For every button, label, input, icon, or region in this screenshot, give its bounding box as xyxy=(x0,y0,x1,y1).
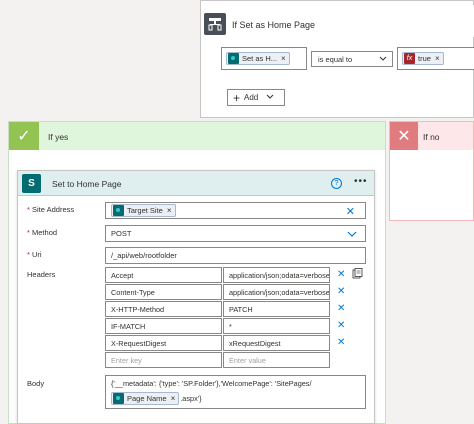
header-key-cell[interactable]: Content-Type xyxy=(105,284,222,300)
chevron-down-icon xyxy=(266,93,274,103)
clear-icon[interactable]: ✕ xyxy=(346,205,355,218)
condition-header[interactable]: If Set as Home Page xyxy=(201,5,474,37)
body-text-line: {'__metadata': {'type': 'SP.Folder'},'We… xyxy=(111,379,312,388)
operator-value: is equal to xyxy=(318,54,353,64)
action-header[interactable]: S Set to Home Page ? ••• xyxy=(18,171,374,196)
plus-icon: + xyxy=(233,90,241,105)
body-label: Body xyxy=(27,379,45,388)
header-value-cell[interactable]: PATCH xyxy=(223,301,330,317)
body-input[interactable]: {'__metadata': {'type': 'SP.Folder'},'We… xyxy=(105,375,366,409)
help-icon[interactable]: ? xyxy=(331,178,342,189)
if-yes-label: If yes xyxy=(48,132,69,142)
page-name-token[interactable]: Page Name × xyxy=(111,392,180,405)
sharepoint-icon: S xyxy=(22,174,41,193)
target-site-token[interactable]: Target Site × xyxy=(111,204,176,217)
body-text-line: Page Name × .aspx'} xyxy=(111,392,202,405)
headers-label: Headers xyxy=(27,270,56,279)
if-yes-header[interactable]: ✓ If yes xyxy=(9,122,385,150)
header-value-input[interactable]: Enter value xyxy=(223,352,330,368)
remove-token-icon[interactable]: × xyxy=(171,394,176,403)
if-no-branch: ✕ If no xyxy=(389,121,474,221)
action-title: Set to Home Page xyxy=(52,179,122,189)
more-options-icon[interactable]: ••• xyxy=(354,176,368,187)
header-key-cell[interactable]: X-HTTP-Method xyxy=(105,301,222,317)
condition-icon xyxy=(204,13,226,35)
true-token[interactable]: fx true × xyxy=(402,52,444,65)
uri-value: /_api/web/rootfolder xyxy=(111,251,177,260)
delete-row-icon[interactable]: ✕ xyxy=(337,338,345,348)
header-value-cell[interactable]: xRequestDigest xyxy=(223,335,330,351)
switch-to-text-mode-icon[interactable] xyxy=(352,268,363,281)
condition-row: Set as H... × is equal to fx true × xyxy=(221,47,474,93)
delete-row-icon[interactable]: ✕ xyxy=(337,287,345,297)
uri-input[interactable]: /_api/web/rootfolder xyxy=(105,247,366,264)
token-label: Page Name xyxy=(127,394,167,403)
chevron-down-icon xyxy=(379,55,387,65)
if-no-header[interactable]: ✕ If no xyxy=(390,122,473,150)
method-value: POST xyxy=(111,229,132,238)
delete-row-icon[interactable]: ✕ xyxy=(337,321,345,331)
method-select[interactable]: POST xyxy=(105,225,366,242)
method-label: * Method xyxy=(27,228,58,237)
checkmark-icon: ✓ xyxy=(9,122,39,150)
token-label: Target Site xyxy=(127,206,163,215)
header-value-cell[interactable]: application/json;odata=verbose xyxy=(223,284,330,300)
chevron-down-icon xyxy=(347,230,357,240)
condition-card: If Set as Home Page Set as H... × is equ… xyxy=(200,0,474,118)
remove-token-icon[interactable]: × xyxy=(435,54,440,63)
header-key-cell[interactable]: X-RequestDigest xyxy=(105,335,222,351)
close-icon: ✕ xyxy=(390,122,418,150)
add-button[interactable]: + Add xyxy=(227,89,285,106)
delete-row-icon[interactable]: ✕ xyxy=(337,304,345,314)
sharepoint-icon xyxy=(113,393,124,404)
sharepoint-icon xyxy=(113,205,124,216)
remove-token-icon[interactable]: × xyxy=(281,54,286,63)
header-key-input[interactable]: Enter key xyxy=(105,352,222,368)
add-label: Add xyxy=(244,93,259,102)
condition-right-field[interactable]: fx true × xyxy=(397,47,474,70)
operator-select[interactable]: is equal to xyxy=(311,51,393,67)
uri-label: * Uri xyxy=(27,250,42,259)
expression-icon: fx xyxy=(404,53,415,64)
header-key-cell[interactable]: IF-MATCH xyxy=(105,318,222,334)
header-value-cell[interactable]: application/json;odata=verbose xyxy=(223,267,330,283)
if-no-label: If no xyxy=(423,132,440,142)
delete-row-icon[interactable]: ✕ xyxy=(337,270,345,280)
token-label: Set as H... xyxy=(242,54,278,63)
body-suffix: .aspx'} xyxy=(180,394,202,403)
header-key-cell[interactable]: Accept xyxy=(105,267,222,283)
sharepoint-icon xyxy=(228,53,239,64)
set-as-home-token[interactable]: Set as H... × xyxy=(226,52,290,65)
http-request-action-card: S Set to Home Page ? ••• * Site Address … xyxy=(17,170,375,424)
header-value-cell[interactable]: * xyxy=(223,318,330,334)
site-address-field[interactable]: Target Site × ✕ xyxy=(105,202,366,219)
token-label: true xyxy=(418,54,431,63)
remove-token-icon[interactable]: × xyxy=(167,206,172,215)
condition-left-field[interactable]: Set as H... × xyxy=(221,47,307,70)
site-address-label: * Site Address xyxy=(27,205,75,214)
condition-title: If Set as Home Page xyxy=(232,20,316,30)
